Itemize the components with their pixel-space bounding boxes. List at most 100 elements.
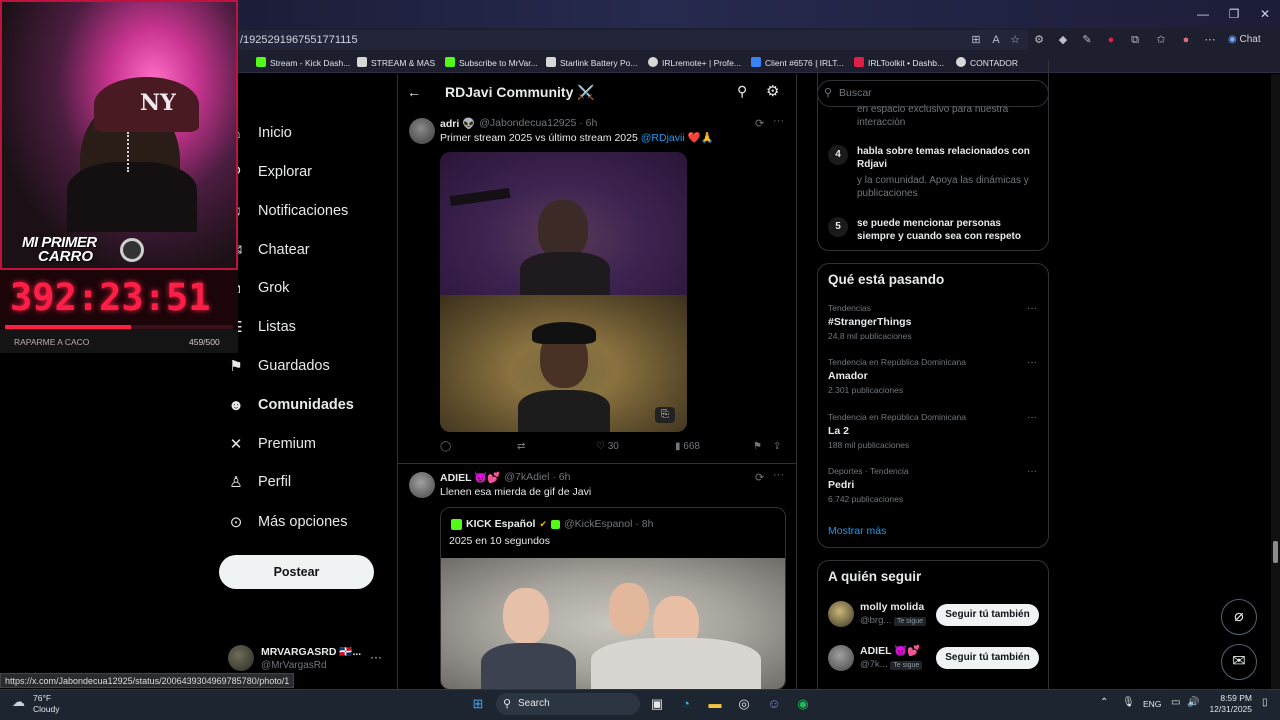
extension-icon[interactable]: ✎ xyxy=(1079,32,1095,48)
avatar[interactable] xyxy=(409,472,435,498)
avatar[interactable] xyxy=(828,601,854,627)
trend-item[interactable]: Tendencia en República Dominicana Amador… xyxy=(828,357,1038,402)
grok-icon[interactable]: ⟳ xyxy=(755,471,764,484)
column-divider xyxy=(796,74,797,689)
discord-icon[interactable]: ☺ xyxy=(765,695,783,713)
trend-item[interactable]: Tendencias #StrangerThings 24,8 mil publ… xyxy=(828,303,1038,348)
search-icon[interactable]: ⚲ xyxy=(737,83,747,100)
extension-icon[interactable]: ● xyxy=(1103,32,1119,48)
minimize-icon[interactable]: — xyxy=(1188,4,1218,24)
show-more-link[interactable]: Mostrar más xyxy=(828,525,886,537)
weather-temp[interactable]: 76°F xyxy=(33,693,51,703)
spotify-icon[interactable]: ◉ xyxy=(794,695,812,713)
more-icon[interactable]: ··· xyxy=(1027,303,1037,314)
nav-item-guardados[interactable]: ⚑ Guardados xyxy=(226,351,330,381)
read-aloud-icon[interactable]: A xyxy=(988,32,1004,48)
follows-you-badge: Te sigue xyxy=(890,661,923,670)
post-author-name[interactable]: adri 👽 xyxy=(440,117,475,130)
mention-link[interactable]: @RDjavii xyxy=(641,132,685,144)
copilot-chat-button[interactable]: ◉ Chat xyxy=(1228,31,1272,49)
url-field[interactable]: /1925291967551771115 xyxy=(238,30,1028,50)
clock-time[interactable]: 8:59 PM xyxy=(1216,693,1252,703)
like-button[interactable]: ♡ 30 xyxy=(596,441,619,452)
more-icon[interactable]: ··· xyxy=(370,650,382,664)
favorite-star-icon[interactable]: ☆ xyxy=(1007,32,1023,48)
maximize-icon[interactable]: ❐ xyxy=(1219,4,1249,24)
bookmark-item[interactable]: Subscribe to MrVar... xyxy=(445,56,538,70)
clock-date[interactable]: 12/31/2025 xyxy=(1206,704,1252,714)
scrollbar-thumb[interactable] xyxy=(1273,541,1278,563)
cloud-icon[interactable]: ☁ xyxy=(12,694,25,710)
browser-menu-icon[interactable]: ⋯ xyxy=(1202,32,1218,48)
scrollbar[interactable] xyxy=(1271,74,1280,689)
avatar[interactable] xyxy=(828,645,854,671)
gif-icon[interactable]: ⎘ xyxy=(655,407,675,423)
back-arrow-icon[interactable]: ← xyxy=(407,84,421,100)
grok-icon[interactable]: ⟳ xyxy=(755,117,764,130)
bookmark-folder[interactable]: STREAM & MAS xyxy=(357,56,435,70)
bookmark-item[interactable]: IRLremote+ | Profe... xyxy=(648,56,741,70)
obs-icon[interactable]: ◎ xyxy=(735,695,753,713)
share-icon[interactable]: ⇪ xyxy=(773,441,781,452)
nav-item-notificaciones[interactable]: ♫Notificaciones xyxy=(226,196,348,226)
messages-icon[interactable]: ✉ xyxy=(1221,644,1257,680)
view-count: 668 xyxy=(683,441,700,452)
microphone-icon[interactable]: 🎙 xyxy=(1122,697,1135,708)
file-explorer-icon[interactable]: ▬ xyxy=(706,695,724,713)
avatar[interactable] xyxy=(228,645,254,671)
close-window-icon[interactable]: ✕ xyxy=(1250,4,1280,24)
kick-icon xyxy=(550,519,560,529)
nav-item-comunidades[interactable]: ☻ Comunidades xyxy=(226,390,354,420)
post-author-name[interactable]: ADIEL 😈💕 xyxy=(440,471,500,484)
nav-item-explorar[interactable]: ⚲Explorar xyxy=(226,157,313,187)
views-button[interactable]: ▮ 668 xyxy=(675,441,700,452)
nav-item-chatear[interactable]: ✉Chatear xyxy=(226,235,310,265)
language-indicator[interactable]: ENG xyxy=(1143,699,1161,709)
windows-start-icon[interactable]: ⊞ xyxy=(469,695,487,713)
trend-item[interactable]: Deportes · Tendencia Pedri 6.742 publica… xyxy=(828,466,1038,511)
post-author-handle[interactable]: @7kAdiel · 6h xyxy=(504,471,570,484)
post-author-handle[interactable]: @Jabondecua12925 · 6h xyxy=(479,117,597,130)
more-icon[interactable]: ··· xyxy=(1027,357,1037,368)
follow-name[interactable]: ADIEL 😈💕 xyxy=(860,644,920,657)
extension-icon[interactable]: ⚙ xyxy=(1031,32,1047,48)
bookmark-icon[interactable]: ⚑ xyxy=(753,441,762,452)
more-icon[interactable]: ··· xyxy=(773,469,784,481)
follow-back-button[interactable]: Seguir tú también xyxy=(936,647,1039,669)
more-icon[interactable]: ··· xyxy=(1027,412,1037,423)
follow-back-button[interactable]: Seguir tú también xyxy=(936,604,1039,626)
quoted-post[interactable]: KICK Español ✔ @KickEspanol · 8h 2025 en… xyxy=(440,507,786,690)
follow-handle-row: @brg... Te sigue xyxy=(860,615,927,626)
edge-icon[interactable]: ◔ xyxy=(677,695,695,713)
gear-icon[interactable]: ⚙ xyxy=(766,82,779,100)
extension-icon[interactable]: ◆ xyxy=(1055,32,1071,48)
volume-icon[interactable]: 🔊 xyxy=(1187,697,1199,708)
network-icon[interactable]: ▭ xyxy=(1171,697,1180,708)
post-button[interactable]: Postear xyxy=(219,555,374,589)
account-name[interactable]: MRVARGASRD 🇩🇴... xyxy=(261,645,361,658)
reply-button[interactable]: ◯ xyxy=(440,441,451,452)
repost-button[interactable]: ⇄ xyxy=(517,441,525,452)
nav-label: Guardados xyxy=(258,358,330,374)
more-icon[interactable]: ··· xyxy=(773,115,784,127)
nav-item-premium[interactable]: ✕ Premium xyxy=(226,429,316,459)
chevron-up-icon[interactable]: ⌃ xyxy=(1100,697,1108,708)
more-icon[interactable]: ··· xyxy=(1027,466,1037,477)
trend-item[interactable]: Tendencia en República Dominicana La 2 1… xyxy=(828,412,1038,457)
post-media[interactable]: ⎘ xyxy=(440,152,687,432)
nav-item-mas-opciones[interactable]: ⊙ Más opciones xyxy=(226,507,348,537)
app-icon[interactable]: ⊞ xyxy=(968,32,984,48)
quote-media[interactable] xyxy=(441,558,785,689)
grok-icon[interactable]: ⌀ xyxy=(1221,599,1257,635)
trend-name: Amador xyxy=(828,370,868,382)
profile-avatar-icon[interactable]: ● xyxy=(1178,32,1194,48)
extensions-puzzle-icon[interactable]: ⧉ xyxy=(1127,32,1143,48)
task-view-icon[interactable]: ▣ xyxy=(648,695,666,713)
notification-icon[interactable]: ▯ xyxy=(1262,697,1268,708)
bookmark-item[interactable]: Starlink Battery Po... xyxy=(546,56,637,70)
follow-name[interactable]: molly molida xyxy=(860,601,924,613)
bookmark-item[interactable]: Stream - Kick Dash... xyxy=(256,56,350,70)
favorites-icon[interactable]: ✩ xyxy=(1153,32,1169,48)
avatar[interactable] xyxy=(409,118,435,144)
nav-item-perfil[interactable]: ♙ Perfil xyxy=(226,467,291,497)
